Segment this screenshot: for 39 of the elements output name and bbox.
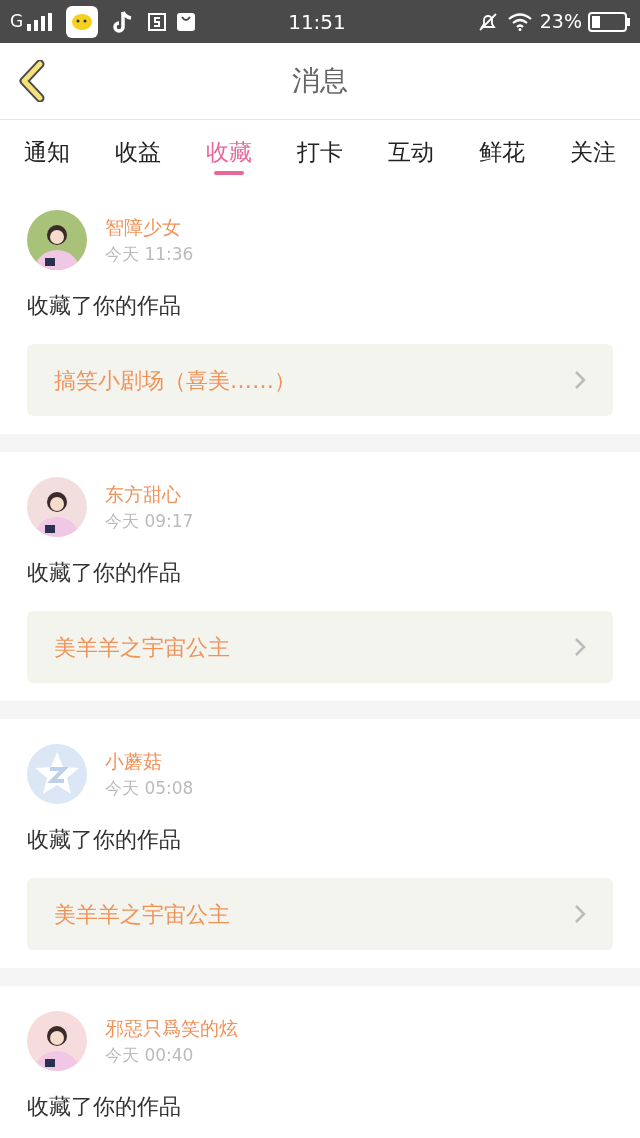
clock: 11:51 xyxy=(288,8,346,36)
tab[interactable]: 互动 xyxy=(388,120,434,185)
back-chevron-icon xyxy=(18,60,46,102)
signal-icon xyxy=(26,12,53,31)
message-text: 收藏了你的作品 xyxy=(27,826,182,854)
message-text: 收藏了你的作品 xyxy=(27,559,182,587)
message-text: 收藏了你的作品 xyxy=(27,292,182,320)
default-avatar-icon xyxy=(27,744,87,804)
shopping-bag-icon xyxy=(176,11,197,32)
tab-indicator xyxy=(214,171,244,175)
chevron-right-icon xyxy=(574,370,586,390)
app-icon xyxy=(66,5,99,38)
tab[interactable]: 打卡 xyxy=(297,120,343,185)
chevron-right-icon xyxy=(574,637,586,657)
tab[interactable]: 收藏 xyxy=(206,120,252,185)
message-time: 今天 11:36 xyxy=(105,243,194,266)
tab[interactable]: 关注 xyxy=(570,120,616,185)
chevron-right-icon xyxy=(574,904,586,924)
message-text: 收藏了你的作品 xyxy=(27,1093,182,1121)
tab[interactable]: 收益 xyxy=(115,120,161,185)
user-name[interactable]: 智障少女 xyxy=(105,213,194,241)
user-name[interactable]: 邪惡只爲笑的炫 xyxy=(105,1014,238,1042)
work-link[interactable]: 搞笑小剧场（喜美……） xyxy=(27,344,613,416)
message-time: 今天 00:40 xyxy=(105,1044,195,1067)
muted-bell-icon xyxy=(477,11,498,32)
message-time: 今天 09:17 xyxy=(105,510,194,533)
tab[interactable]: 通知 xyxy=(24,120,70,185)
user-name[interactable]: 小蘑菇 xyxy=(105,747,194,775)
tab[interactable]: 鲜花 xyxy=(479,120,525,185)
page-title: 消息 xyxy=(292,63,348,99)
battery-icon xyxy=(588,11,630,32)
user-name[interactable]: 东方甜心 xyxy=(105,480,194,508)
work-link[interactable]: 美羊羊之宇宙公主 xyxy=(27,611,613,683)
message-time: 今天 05:08 xyxy=(105,777,194,800)
work-link[interactable]: 美羊羊之宇宙公主 xyxy=(27,878,613,950)
wifi-icon xyxy=(507,12,532,31)
battery-percent: 23% xyxy=(539,9,582,35)
network-label: G xyxy=(10,9,24,33)
app-square-icon xyxy=(148,12,167,31)
